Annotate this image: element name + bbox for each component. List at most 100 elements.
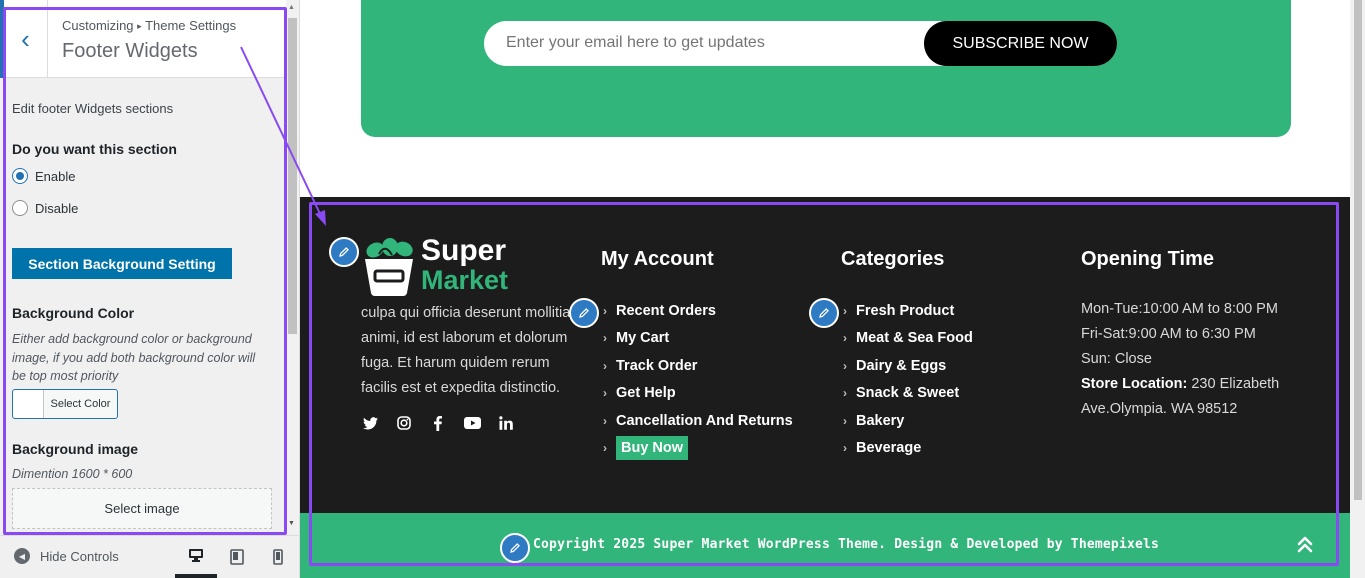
- chevron-right-icon: ›: [603, 413, 607, 428]
- menu-item-recent-orders[interactable]: › Recent Orders: [603, 297, 793, 325]
- radio-disable-label: Disable: [35, 200, 79, 216]
- twitter-icon[interactable]: [360, 413, 380, 433]
- edit-shortcut-categories[interactable]: [809, 298, 839, 328]
- my-account-title: My Account: [601, 248, 714, 270]
- breadcrumb: Customizing ▸ Theme Settings: [62, 18, 236, 33]
- chevron-right-icon: ›: [843, 331, 847, 346]
- about-line: fuga. Et harum quidem rerum: [361, 355, 550, 371]
- pencil-icon: [339, 247, 349, 257]
- hide-controls-button[interactable]: ◀ Hide Controls: [14, 548, 119, 564]
- menu-item-get-help[interactable]: › Get Help: [603, 380, 793, 408]
- instagram-icon[interactable]: [394, 413, 414, 433]
- radio-enable-dot[interactable]: [12, 168, 28, 184]
- logo-text-market: Market: [421, 265, 509, 295]
- background-image-label: Background image: [12, 441, 139, 457]
- chevron-right-icon: ›: [603, 358, 607, 373]
- menu-item-my-cart[interactable]: › My Cart: [603, 325, 793, 353]
- back-button[interactable]: ‹: [0, 0, 48, 78]
- menu-item-label: Buy Now: [616, 436, 689, 461]
- device-tablet-button[interactable]: [216, 536, 258, 578]
- preview-scrollbar-thumb[interactable]: [1354, 0, 1362, 500]
- menu-item-track-order[interactable]: › Track Order: [603, 352, 793, 380]
- section-background-setting-button[interactable]: Section Background Setting: [12, 248, 232, 279]
- scroll-up-arrow-icon[interactable]: ▲: [288, 4, 295, 11]
- menu-item-beverage[interactable]: › Beverage: [843, 435, 973, 463]
- social-links: [360, 413, 516, 433]
- categories-title: Categories: [841, 248, 945, 270]
- about-line: facilis est et expedita distinctio.: [361, 380, 561, 396]
- pencil-icon: [510, 543, 520, 553]
- hours-line: Sun: Close: [1081, 351, 1152, 367]
- opening-hours: Mon-Tue:10:00 AM to 8:00 PM Fri-Sat:9:00…: [1081, 297, 1279, 422]
- chevron-right-icon: ›: [843, 413, 847, 428]
- logo-text-super: Super: [421, 234, 507, 267]
- collapse-arrow-icon: ◀: [14, 548, 30, 564]
- edit-shortcut-my-account[interactable]: [569, 298, 599, 328]
- site-footer: Super Market culpa qui officia deserunt …: [300, 197, 1350, 578]
- youtube-icon[interactable]: [462, 413, 482, 433]
- select-color-label: Select Color: [50, 398, 111, 410]
- menu-item-label: Bakery: [856, 412, 905, 429]
- customizer-panel: ‹ Customizing ▸ Theme Settings Footer Wi…: [0, 0, 300, 578]
- subscribe-button[interactable]: SUBSCRIBE NOW: [924, 21, 1117, 66]
- linkedin-icon[interactable]: [496, 413, 516, 433]
- scroll-down-arrow-icon[interactable]: ▼: [288, 520, 295, 527]
- image-dimension-hint: Dimention 1600 * 600: [12, 467, 133, 481]
- background-color-description: Either add background color or backgroun…: [12, 332, 256, 383]
- edit-shortcut-copyright[interactable]: [500, 533, 530, 563]
- pencil-icon: [819, 308, 829, 318]
- toggle-label: Do you want this section: [12, 141, 177, 157]
- newsletter-section: Enter your email here to get updates SUB…: [361, 0, 1291, 137]
- site-preview: Enter your email here to get updates SUB…: [300, 0, 1350, 578]
- categories-menu: › Fresh Product › Meat & Sea Food › Dairy &…: [843, 297, 973, 462]
- breadcrumb-parent: Theme Settings: [145, 18, 237, 33]
- chevron-right-icon: ›: [603, 386, 607, 401]
- menu-item-label: Dairy & Eggs: [856, 357, 947, 374]
- double-chevron-up-icon[interactable]: [1295, 534, 1315, 554]
- panel-footer: ◀ Hide Controls: [0, 535, 299, 578]
- menu-item-label: Recent Orders: [616, 302, 716, 319]
- facebook-icon[interactable]: [428, 413, 448, 433]
- chevron-right-icon: ›: [603, 331, 607, 346]
- my-account-menu: › Recent Orders › My Cart › Track Order › Ge…: [603, 297, 793, 462]
- chevron-left-icon: ‹: [21, 23, 30, 54]
- radio-disable[interactable]: Disable: [12, 200, 78, 216]
- menu-item-meat-sea-food[interactable]: › Meat & Sea Food: [843, 325, 973, 353]
- mobile-icon: [273, 549, 283, 565]
- menu-item-label: Beverage: [856, 440, 922, 457]
- radio-enable[interactable]: Enable: [12, 168, 75, 184]
- menu-item-snack-sweet[interactable]: › Snack & Sweet: [843, 380, 973, 408]
- menu-item-label: Snack & Sweet: [856, 385, 960, 402]
- select-image-button[interactable]: Select image: [12, 488, 272, 529]
- tablet-icon: [230, 549, 244, 565]
- store-location-label: Store Location:: [1081, 376, 1188, 392]
- menu-item-label: Cancellation And Returns: [616, 412, 793, 429]
- hours-line: Fri-Sat:9:00 AM to 6:30 PM: [1081, 326, 1256, 342]
- chevron-right-icon: ›: [603, 441, 607, 456]
- device-mobile-button[interactable]: [257, 536, 299, 578]
- hide-controls-label: Hide Controls: [40, 548, 119, 564]
- chevron-right-icon: ›: [843, 441, 847, 456]
- select-color-button[interactable]: Select Color: [12, 389, 118, 419]
- panel-scrollbar-thumb[interactable]: [288, 18, 297, 334]
- email-placeholder: Enter your email here to get updates: [506, 34, 765, 51]
- menu-item-dairy-eggs[interactable]: › Dairy & Eggs: [843, 352, 973, 380]
- section-title: Footer Widgets: [62, 40, 198, 62]
- menu-item-fresh-product[interactable]: › Fresh Product: [843, 297, 973, 325]
- chevron-right-icon: ›: [603, 303, 607, 318]
- store-location: Store Location: 230 Elizabeth: [1081, 372, 1279, 397]
- menu-item-label: Meat & Sea Food: [856, 330, 973, 347]
- about-line: animi, id est laborum et dolorum: [361, 330, 568, 346]
- menu-item-bakery[interactable]: › Bakery: [843, 407, 973, 435]
- menu-item-cancellation-returns[interactable]: › Cancellation And Returns: [603, 407, 793, 435]
- menu-item-buy-now[interactable]: › Buy Now: [603, 435, 793, 463]
- device-desktop-button[interactable]: [175, 536, 217, 578]
- edit-shortcut-logo[interactable]: [329, 237, 359, 267]
- store-location-value: 230 Elizabeth: [1187, 376, 1280, 392]
- radio-enable-label: Enable: [35, 168, 76, 184]
- store-location-value-2: Ave.Olympia. WA 98512: [1081, 401, 1238, 417]
- radio-disable-dot[interactable]: [12, 200, 28, 216]
- background-color-label: Background Color: [12, 305, 135, 321]
- menu-item-label: My Cart: [616, 330, 670, 347]
- menu-item-label: Get Help: [616, 385, 676, 402]
